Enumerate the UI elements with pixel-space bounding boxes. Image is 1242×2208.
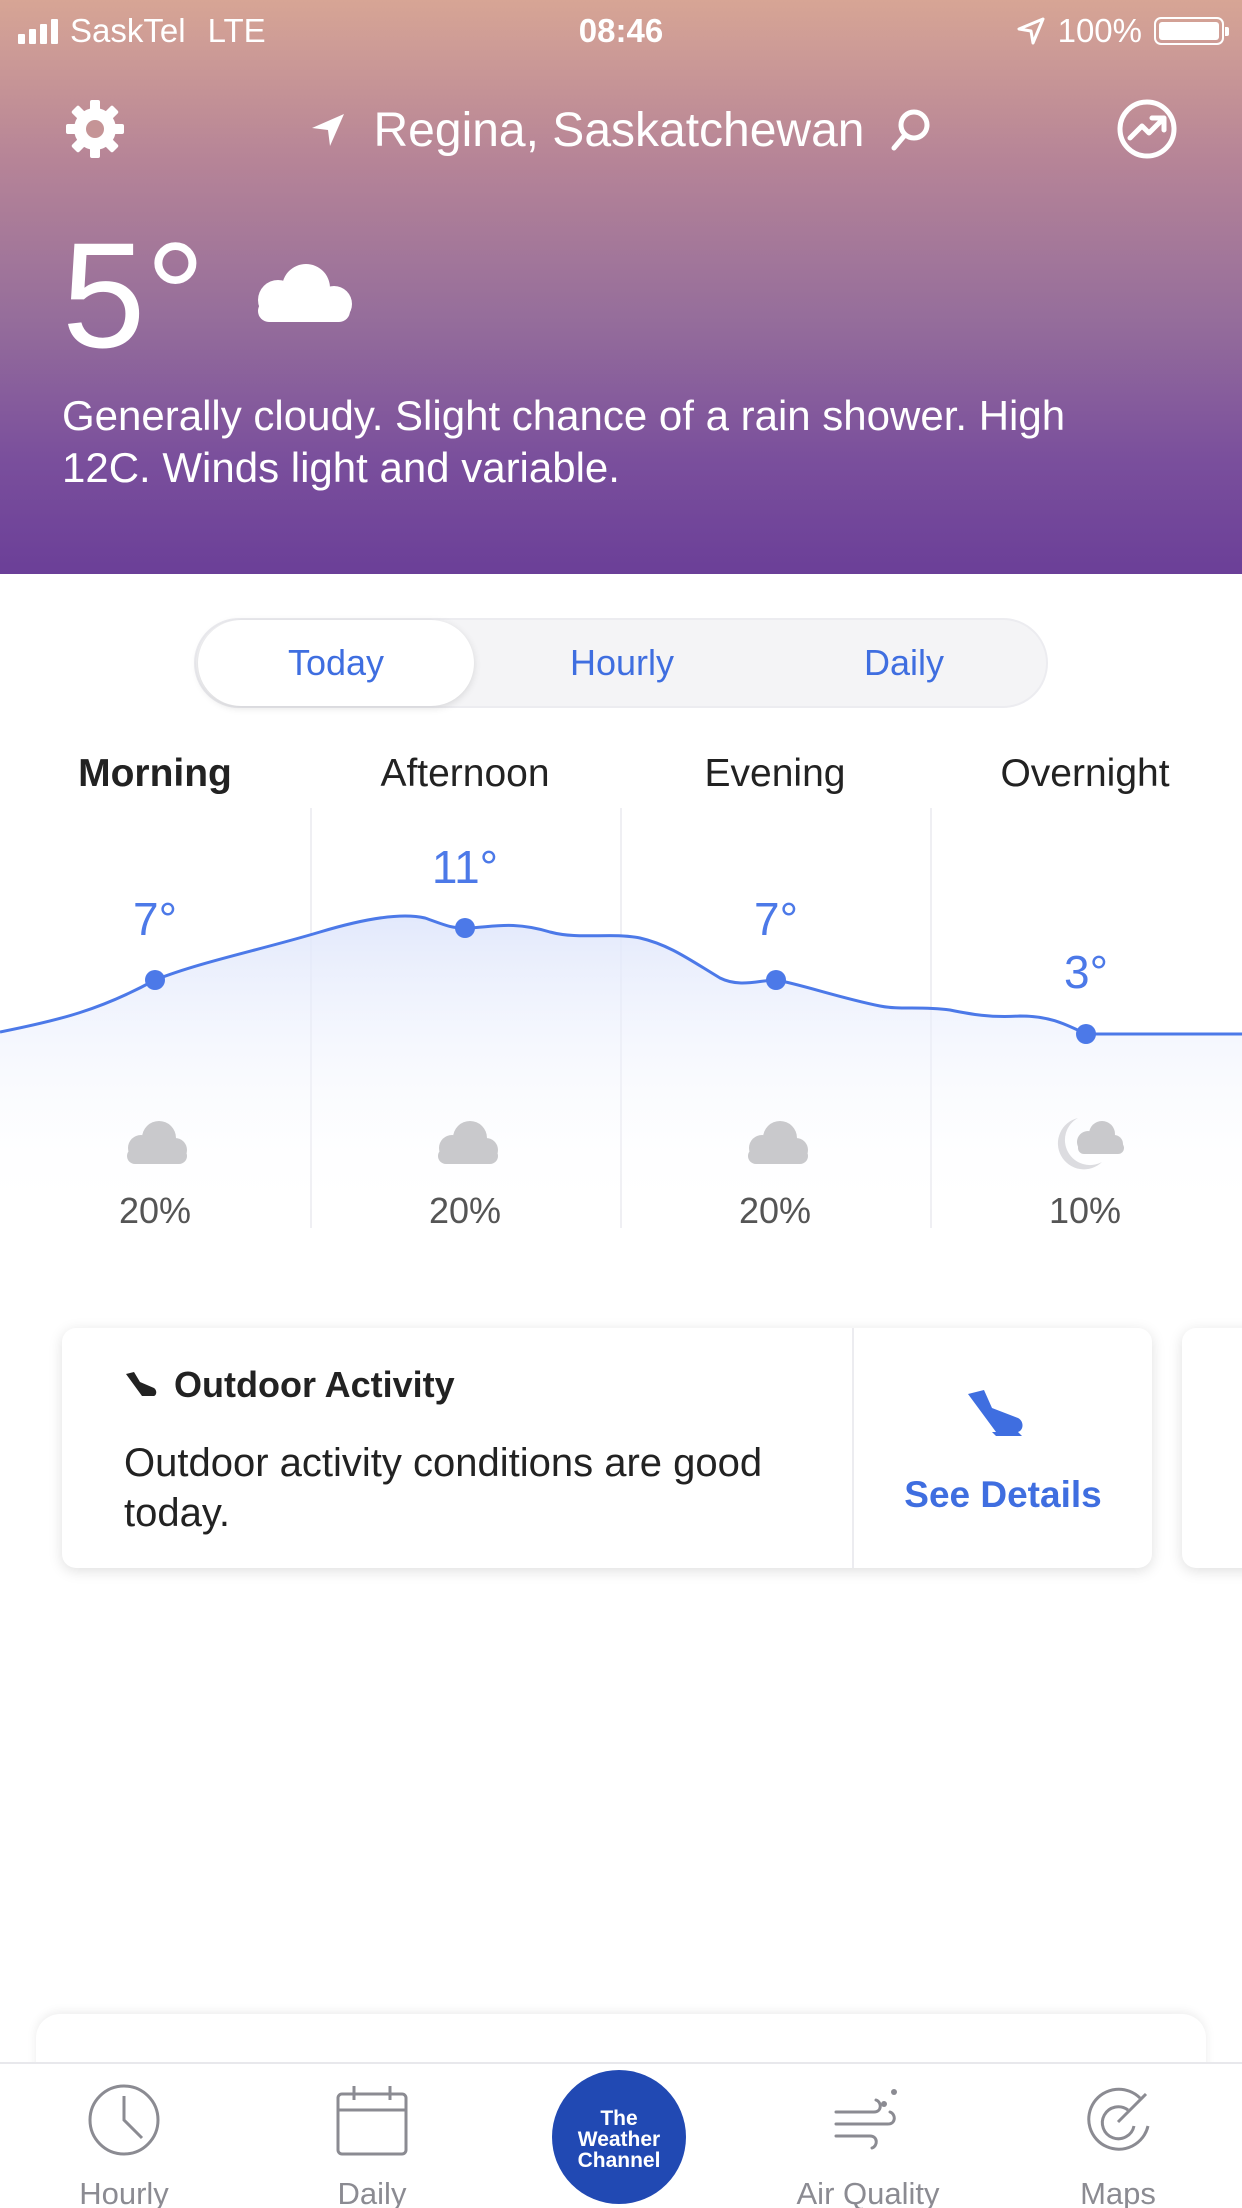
tab-hourly[interactable]: Hourly <box>482 620 762 706</box>
card-body: Outdoor activity conditions are good tod… <box>124 1441 763 1535</box>
nav-hourly[interactable]: Hourly <box>0 2064 248 2208</box>
precip-overnight: 10% <box>1048 1190 1122 1231</box>
nav-daily-label: Daily <box>337 2176 407 2208</box>
card-divider <box>852 1328 854 1568</box>
forecast-view-tabs: Today Hourly Daily <box>194 618 1048 708</box>
location-selector[interactable]: Regina, Saskatchewan <box>0 100 1242 158</box>
period-afternoon[interactable]: Afternoon <box>310 752 620 796</box>
period-evening[interactable]: Evening <box>620 752 930 796</box>
cloud-icon <box>127 1121 187 1164</box>
temp-point-evening <box>766 970 786 990</box>
battery-icon <box>1154 17 1229 45</box>
weather-app-screen: SaskTel LTE 08:46 100% Regina, Saskatche… <box>0 0 1242 2208</box>
status-bar: SaskTel LTE 08:46 100% <box>0 0 1242 62</box>
brand-line: Channel <box>577 2149 661 2172</box>
tab-today[interactable]: Today <box>198 620 474 706</box>
weather-channel-logo-button[interactable]: The Weather Channel <box>552 2070 686 2204</box>
temp-label-morning: 7° <box>133 893 177 945</box>
nav-maps[interactable]: Maps <box>994 2064 1242 2208</box>
nav-hourly-label: Hourly <box>79 2176 169 2208</box>
running-shoe-icon <box>968 1390 1023 1436</box>
current-temperature: 5° <box>62 211 206 379</box>
temp-label-evening: 7° <box>754 893 798 945</box>
current-conditions-header: SaskTel LTE 08:46 100% Regina, Saskatche… <box>0 0 1242 574</box>
temp-label-overnight: 3° <box>1064 946 1108 998</box>
location-arrow-icon <box>312 114 345 147</box>
nav-air-quality-label: Air Quality <box>796 2176 940 2208</box>
cloud-icon <box>438 1121 498 1164</box>
period-morning[interactable]: Morning <box>0 752 310 796</box>
shoe-icon <box>126 1372 157 1396</box>
tab-daily[interactable]: Daily <box>762 620 1046 706</box>
temp-point-afternoon <box>455 918 475 938</box>
battery-percent: 100% <box>1057 12 1142 49</box>
nav-daily[interactable]: Daily <box>248 2064 496 2208</box>
nav-air-quality[interactable]: Air Quality <box>744 2064 992 2208</box>
forecast-periods: Morning Afternoon Evening Overnight <box>0 752 1242 812</box>
card-title: Outdoor Activity <box>174 1364 455 1405</box>
next-card-peek[interactable] <box>1182 1328 1242 1568</box>
period-overnight[interactable]: Overnight <box>930 752 1240 796</box>
brand-line: Weather <box>577 2128 661 2151</box>
cloud-icon <box>258 264 352 322</box>
precip-afternoon: 20% <box>428 1190 502 1231</box>
clock-icon <box>88 2084 160 2156</box>
location-name: Regina, Saskatchewan <box>373 103 865 157</box>
brand-line: The <box>600 2107 638 2130</box>
temp-point-overnight <box>1076 1024 1096 1044</box>
temperature-area <box>0 915 1242 1220</box>
radar-icon <box>1087 2087 1150 2151</box>
temp-point-morning <box>145 970 165 990</box>
wind-icon <box>834 2089 897 2150</box>
nav-maps-label: Maps <box>1080 2176 1156 2208</box>
temp-label-afternoon: 11° <box>432 841 498 893</box>
share-icon[interactable] <box>1114 96 1180 162</box>
conditions-description: Generally cloudy. Slight chance of a rai… <box>62 392 1066 491</box>
cloud-icon <box>748 1121 808 1164</box>
moon-cloud-icon <box>1057 1118 1124 1170</box>
precip-evening: 20% <box>738 1190 812 1231</box>
precip-morning: 20% <box>118 1190 192 1231</box>
search-icon[interactable] <box>888 107 934 153</box>
outdoor-activity-card[interactable]: Outdoor Activity Outdoor activity condit… <box>62 1328 1152 1568</box>
calendar-icon <box>336 2086 408 2156</box>
see-details-link[interactable]: See Details <box>854 1474 1152 1516</box>
location-services-icon <box>1017 17 1045 45</box>
